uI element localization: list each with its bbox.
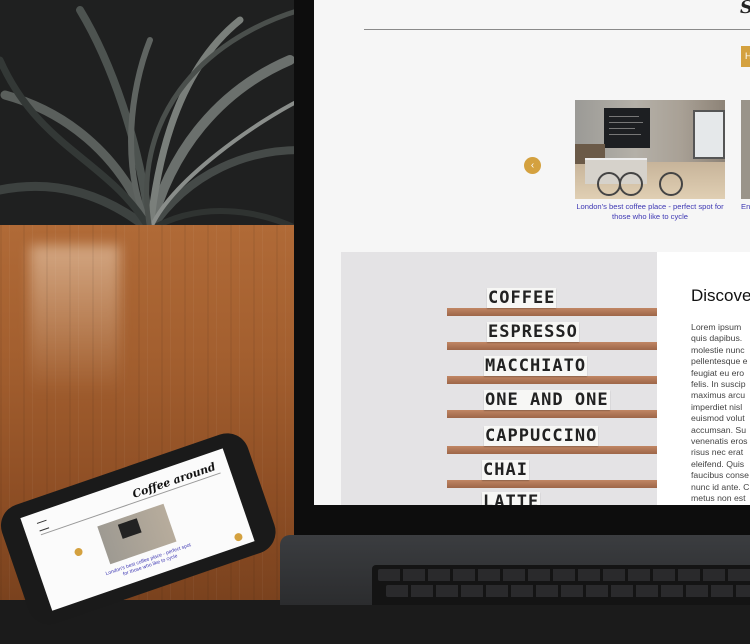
board-word: ONE AND ONE: [484, 390, 610, 410]
discover-body-line: pellentesque e: [691, 356, 748, 367]
discover-body-line: Vestibulum m: [691, 505, 750, 506]
slide-caption[interactable]: Enj: [741, 202, 750, 212]
discover-body-line: venenatis eros: [691, 436, 748, 447]
chevron-left-icon: ‹: [530, 160, 535, 171]
discover-body-line: felis. In suscip: [691, 379, 746, 390]
cafe-photo: [575, 100, 725, 199]
discover-body-line: faucibus conse: [691, 470, 749, 481]
board-word: MACCHIATO: [484, 356, 588, 376]
menu-icon[interactable]: [36, 519, 50, 532]
cafe-photo: [741, 100, 750, 199]
discover-body-line: maximus arcu: [691, 390, 746, 401]
board-word: LATTE: [482, 492, 541, 505]
discover-body-line: nunc id ante. C: [691, 481, 750, 492]
discover-body-line: imperdiet nisl: [691, 401, 743, 412]
laptop-keyboard: [372, 565, 750, 605]
discover-body-line: accumsan. Su: [691, 424, 747, 435]
discover-body-line: feugiat eu ero: [691, 367, 745, 378]
site-logo[interactable]: S: [740, 0, 750, 18]
phone-next-button[interactable]: [233, 532, 244, 543]
board-word: CAPPUCCINO: [484, 426, 599, 446]
header-divider: [364, 29, 750, 30]
carousel-slide[interactable]: London's best coffee place - perfect spo…: [575, 100, 725, 222]
discover-body-line: metus non est: [691, 493, 746, 504]
discover-body-line: quis dapibus.: [691, 333, 743, 344]
board-word: ESPRESSO: [487, 322, 579, 342]
discover-body-line: Lorem ipsum: [691, 322, 742, 332]
plant-photo: [0, 0, 300, 235]
discover-body-line: molestie nunc: [691, 344, 745, 355]
discover-title: Discove: [691, 286, 750, 305]
board-word: CHAI: [482, 460, 529, 480]
discover-section: COFFEE ESPRESSO MACCHIATO ONE AND ONE CA…: [341, 252, 750, 505]
carousel-prev-button[interactable]: ‹: [524, 157, 541, 174]
nav-button[interactable]: H: [741, 46, 750, 67]
discover-body: Lorem ipsum quis dapibus. molestie nunc pel…: [691, 322, 750, 505]
board-word: COFFEE: [487, 288, 557, 308]
slide-caption[interactable]: London's best coffee place - perfect spo…: [575, 202, 725, 222]
discover-body-line: eleifend. Quis: [691, 458, 745, 469]
discover-body-line: risus nec erat: [691, 447, 744, 458]
carousel-slide[interactable]: Enj: [741, 100, 750, 212]
phone-prev-button[interactable]: [73, 546, 84, 558]
discover-body-line: euismod volut: [691, 413, 745, 424]
letter-board-photo: COFFEE ESPRESSO MACCHIATO ONE AND ONE CA…: [341, 252, 657, 505]
laptop-screen: S H ‹ London's best coffee place - perfe…: [314, 0, 750, 505]
